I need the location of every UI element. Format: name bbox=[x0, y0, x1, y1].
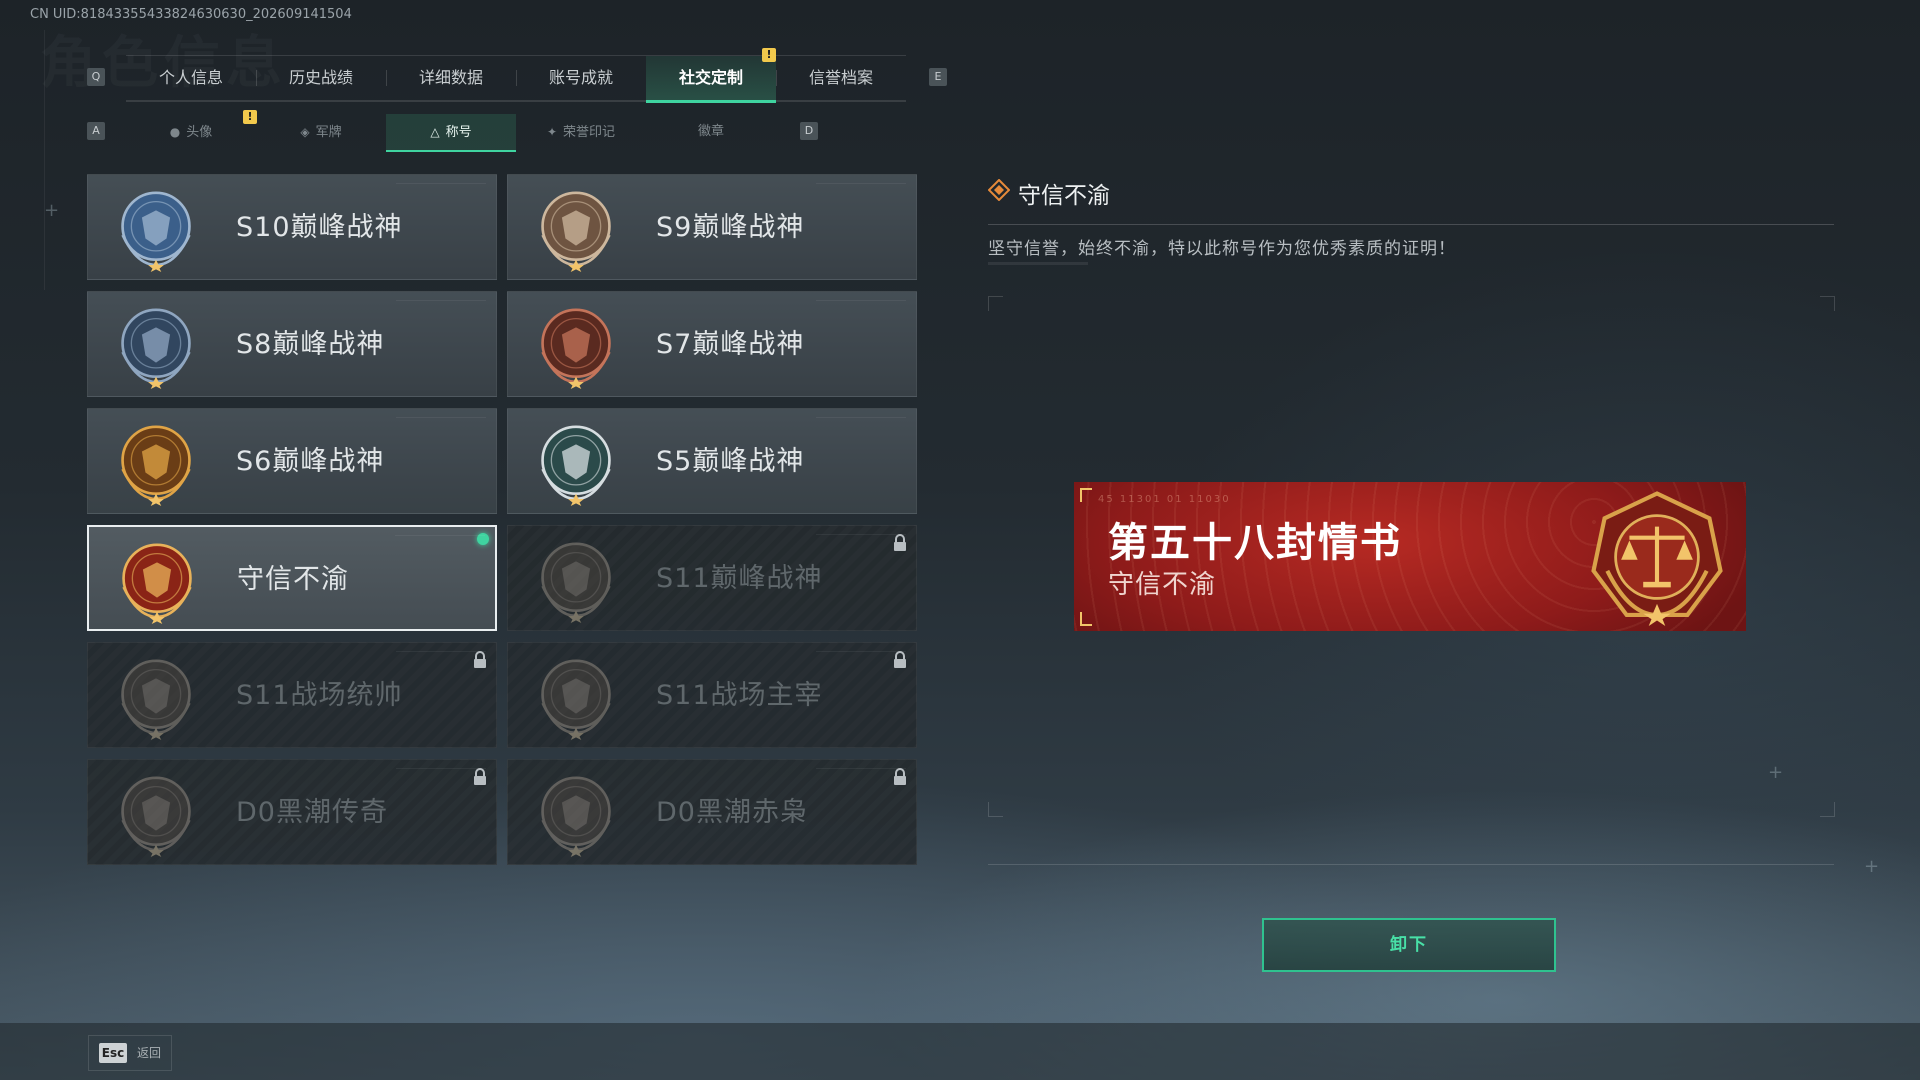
notification-badge: ! bbox=[762, 48, 776, 62]
main-tab-bar: 个人信息 历史战绩 详细数据 账号成就 社交定制 信誉档案 bbox=[126, 55, 906, 103]
title-name: S11战场统帅 bbox=[236, 680, 403, 711]
notification-badge: ! bbox=[243, 110, 257, 124]
detail-description: 坚守信誉，始终不渝，特以此称号作为您优秀素质的证明！ bbox=[988, 239, 1456, 259]
divider bbox=[988, 864, 1834, 865]
esc-key: Esc bbox=[99, 1043, 127, 1063]
uid-label: CN UID:81843355433824630630_202609141504 bbox=[30, 7, 352, 22]
prev-subtab-key[interactable]: A bbox=[87, 122, 105, 140]
s8-badge-icon bbox=[121, 308, 191, 389]
back-label: 返回 bbox=[137, 1046, 162, 1060]
tab-history[interactable]: 历史战绩 bbox=[256, 56, 386, 100]
subtab-honor-mark[interactable]: ✦ 荣誉印记 bbox=[516, 114, 646, 150]
equipped-indicator bbox=[477, 533, 489, 545]
arch-badge-icon bbox=[541, 659, 611, 740]
title-name: D0黑潮传奇 bbox=[236, 797, 388, 828]
title-name: D0黑潮赤枭 bbox=[656, 797, 808, 828]
next-tab-key[interactable]: E bbox=[929, 68, 947, 86]
title-card[interactable]: S11战场主宰 bbox=[507, 642, 917, 748]
s7-badge-icon bbox=[541, 308, 611, 389]
title-card[interactable]: S9巅峰战神 bbox=[507, 174, 917, 280]
tank-badge-icon bbox=[121, 659, 191, 740]
s11-badge-icon bbox=[541, 542, 611, 623]
title-name: S11巅峰战神 bbox=[656, 563, 823, 594]
title-card[interactable]: S6巅峰战神 bbox=[87, 408, 497, 514]
frame-corner bbox=[988, 802, 1003, 817]
detail-title: 守信不渝 bbox=[1018, 183, 1110, 209]
next-subtab-key[interactable]: D bbox=[800, 122, 818, 140]
tab-achievements[interactable]: 账号成就 bbox=[516, 56, 646, 100]
title-card[interactable]: 守信不渝 bbox=[87, 525, 497, 631]
tab-details[interactable]: 详细数据 bbox=[386, 56, 516, 100]
title-card[interactable]: S7巅峰战神 bbox=[507, 291, 917, 397]
lock-icon bbox=[474, 768, 486, 785]
scales-badge-icon bbox=[122, 543, 192, 624]
lock-icon bbox=[894, 768, 906, 785]
title-card[interactable]: S11战场统帅 bbox=[87, 642, 497, 748]
s10-badge-icon bbox=[121, 191, 191, 272]
title-card[interactable]: S5巅峰战神 bbox=[507, 408, 917, 514]
banner-sub-text: 守信不渝 bbox=[1108, 570, 1217, 600]
decorative-plus-icon: + bbox=[1768, 762, 1784, 783]
subtab-emblem[interactable]: 徽章 bbox=[646, 114, 776, 150]
title-name: 守信不渝 bbox=[237, 564, 349, 595]
skull-badge-icon bbox=[541, 776, 611, 857]
title-name: S11战场主宰 bbox=[656, 680, 823, 711]
prev-tab-key[interactable]: Q bbox=[87, 68, 105, 86]
lock-icon bbox=[894, 651, 906, 668]
dogtag-icon: ◈ bbox=[300, 125, 310, 139]
title-name: S5巅峰战神 bbox=[656, 446, 805, 477]
frame-corner bbox=[988, 296, 1003, 311]
s5-badge-icon bbox=[541, 425, 611, 506]
back-button[interactable]: Esc 返回 bbox=[88, 1035, 172, 1071]
subtab-dogtag[interactable]: ◈ 军牌 bbox=[256, 114, 386, 150]
title-card[interactable]: S8巅峰战神 bbox=[87, 291, 497, 397]
banner-bracket bbox=[1080, 612, 1092, 626]
wings-icon: ✦ bbox=[546, 125, 558, 139]
title-name: S8巅峰战神 bbox=[236, 329, 385, 360]
frame-corner bbox=[1820, 296, 1835, 311]
unequip-button[interactable]: 卸下 bbox=[1262, 918, 1556, 972]
title-card[interactable]: S10巅峰战神 bbox=[87, 174, 497, 280]
decorative-plus-icon: + bbox=[44, 200, 60, 221]
banner-bracket bbox=[1080, 488, 1092, 502]
subtab-title[interactable]: △ 称号 bbox=[386, 114, 516, 152]
tab-personal-info[interactable]: 个人信息 bbox=[126, 56, 256, 100]
hood-badge-icon bbox=[121, 776, 191, 857]
banner-main-text: 第五十八封情书 bbox=[1108, 520, 1402, 566]
title-card[interactable]: D0黑潮赤枭 bbox=[507, 759, 917, 865]
detail-header: 守信不渝 bbox=[988, 172, 1834, 225]
tab-credit-file[interactable]: 信誉档案 bbox=[776, 56, 906, 100]
decorative-plus-icon: + bbox=[1864, 856, 1880, 877]
title-name: S6巅峰战神 bbox=[236, 446, 385, 477]
person-icon: ● bbox=[169, 125, 181, 139]
decorative-line bbox=[44, 30, 45, 290]
triangle-icon: △ bbox=[430, 125, 440, 139]
title-name: S9巅峰战神 bbox=[656, 212, 805, 243]
title-card[interactable]: S11巅峰战神 bbox=[507, 525, 917, 631]
lock-icon bbox=[474, 651, 486, 668]
title-banner-preview: 45 11301 01 11030 第五十八封情书 守信不渝 bbox=[1074, 482, 1746, 631]
title-name: S10巅峰战神 bbox=[236, 212, 403, 243]
decorative-line bbox=[988, 262, 1088, 265]
title-card[interactable]: D0黑潮传奇 bbox=[87, 759, 497, 865]
frame-corner bbox=[1820, 802, 1835, 817]
banner-codes: 45 11301 01 11030 bbox=[1098, 494, 1231, 505]
tab-social-custom[interactable]: 社交定制 bbox=[646, 56, 776, 103]
footer-bar bbox=[0, 1023, 1920, 1080]
title-name: S7巅峰战神 bbox=[656, 329, 805, 360]
subtab-avatar[interactable]: ● 头像 bbox=[126, 114, 256, 150]
lock-icon bbox=[894, 534, 906, 551]
s9-badge-icon bbox=[541, 191, 611, 272]
sub-tab-bar: ● 头像 ◈ 军牌 △ 称号 ✦ 荣誉印记 徽章 bbox=[126, 114, 776, 152]
diamond-icon bbox=[988, 179, 1010, 201]
s6-badge-icon bbox=[121, 425, 191, 506]
scales-badge-icon bbox=[1591, 491, 1723, 626]
